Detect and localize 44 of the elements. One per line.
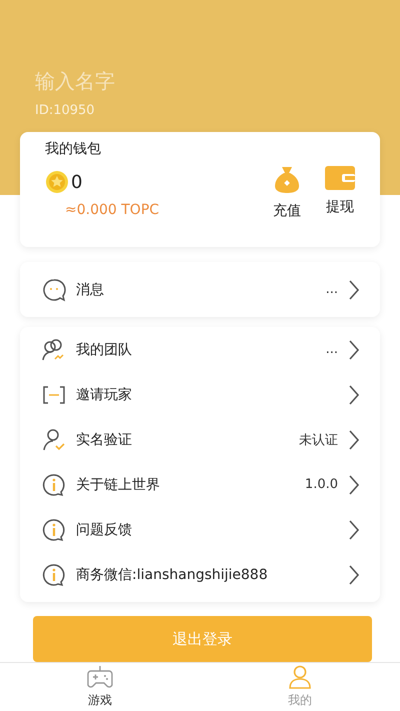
menu-item[interactable]: 我的团队 ...: [20, 327, 380, 372]
menu-label: 问题反馈: [76, 520, 133, 538]
menu-item[interactable]: 关于链上世界 1.0.0: [20, 462, 380, 507]
menu-label: 关于链上世界: [76, 476, 161, 494]
nav-tab[interactable]: 游戏: [0, 663, 200, 711]
info-icon: [42, 518, 66, 542]
chat-bubble-icon: [42, 278, 66, 302]
conversion-value: ≈0.000 TOPC: [65, 202, 160, 218]
coin-balance: 0: [71, 172, 82, 192]
gamepad-icon: [87, 665, 113, 689]
withdraw-button[interactable]: 提现: [325, 166, 355, 247]
chevron-right-icon: [348, 338, 360, 360]
menu-value: 未认证: [299, 432, 338, 448]
menu-label: 我的团队: [76, 340, 133, 358]
user-icon: [288, 665, 312, 689]
menu-item[interactable]: 实名验证 未认证: [20, 417, 380, 462]
coin-icon: [45, 170, 69, 194]
chevron-right-icon: [348, 518, 360, 540]
chevron-right-icon: [348, 474, 360, 496]
card-icon: [42, 386, 66, 404]
recharge-button[interactable]: 充值: [273, 166, 301, 247]
menu-value: ...: [326, 282, 338, 297]
user-check-icon: [42, 428, 66, 452]
team-icon: [42, 338, 66, 362]
menu-item[interactable]: 问题反馈: [20, 507, 380, 552]
menu-label: 消息: [76, 280, 105, 298]
menu-label: 商务微信:lianshangshijie888: [76, 566, 269, 584]
menu-label: 邀请玩家: [76, 386, 133, 404]
chevron-right-icon: [348, 428, 360, 450]
menu-item[interactable]: 邀请玩家: [20, 372, 380, 417]
info-icon: [42, 472, 66, 496]
menu-item[interactable]: 消息 ...: [20, 267, 380, 312]
info-icon: [42, 562, 66, 586]
wallet-title: 我的钱包: [45, 140, 102, 158]
menu-item[interactable]: 商务微信:lianshangshijie888: [20, 552, 380, 597]
money-bag-icon: [274, 166, 300, 194]
wallet-icon: [325, 166, 355, 190]
chevron-right-icon: [348, 564, 360, 586]
chevron-right-icon: [348, 384, 360, 406]
user-id: ID:10950: [35, 103, 96, 118]
menu-value: ...: [326, 342, 338, 357]
menu-value: 1.0.0: [304, 477, 338, 492]
chevron-right-icon: [348, 278, 360, 300]
menu-label: 实名验证: [76, 430, 133, 448]
